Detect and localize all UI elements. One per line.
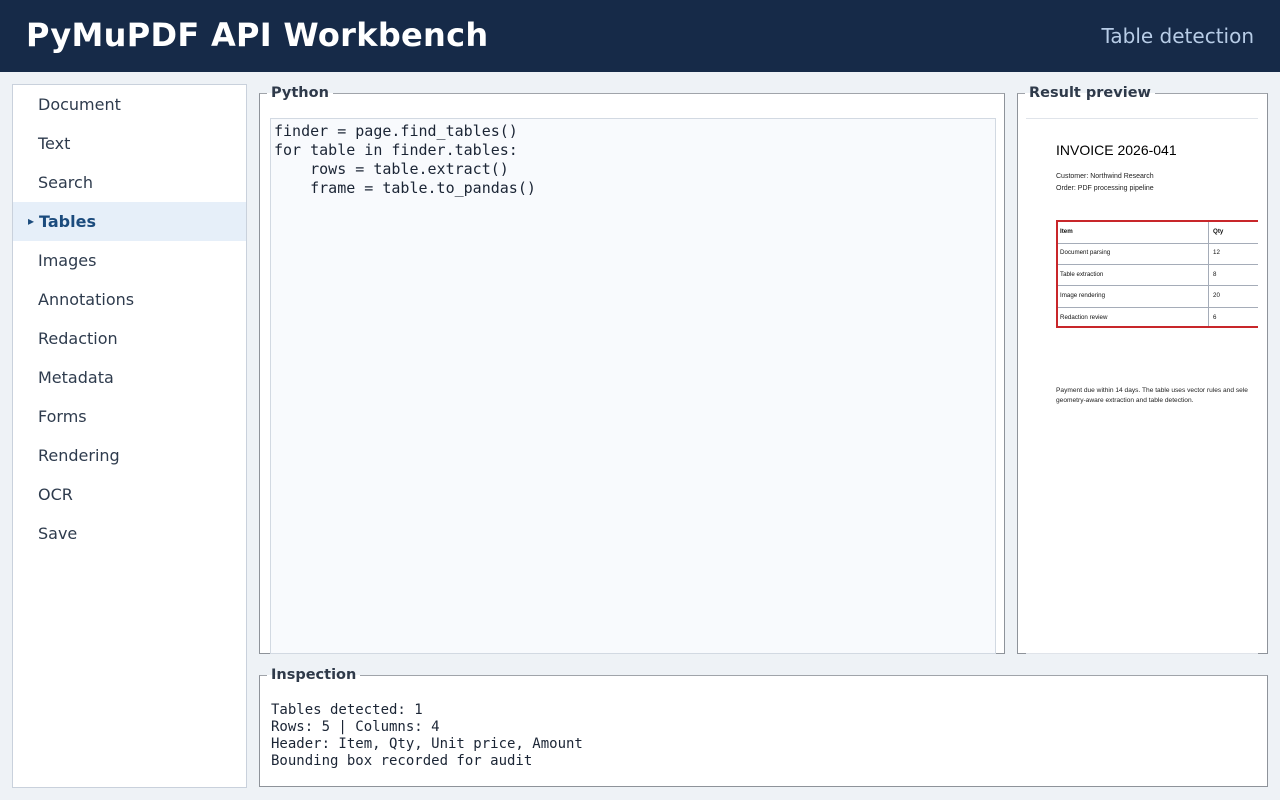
preview-customer-line: Customer: Northwind Research bbox=[1056, 173, 1154, 180]
sidebar-item-annotations[interactable]: Annotations bbox=[13, 280, 246, 319]
sidebar-item-search[interactable]: Search bbox=[13, 163, 246, 202]
sidebar-item-document[interactable]: Document bbox=[13, 85, 246, 124]
preview-doc-title: INVOICE 2026-041 bbox=[1056, 142, 1177, 158]
table-cell: Redaction review bbox=[1060, 313, 1108, 321]
active-marker-icon: ▸ bbox=[28, 214, 35, 228]
preview-footer-line: geometry-aware extraction and table dete… bbox=[1056, 397, 1194, 404]
table-cell: Image rendering bbox=[1060, 292, 1106, 299]
app-title: PyMuPDF API Workbench bbox=[26, 16, 489, 54]
table-cell: 12 bbox=[1213, 249, 1220, 256]
sidebar: Document Text Search ▸ Tables Images Anno… bbox=[12, 84, 247, 788]
inspection-panel-legend: Inspection bbox=[271, 667, 357, 683]
sidebar-item-label: Redaction bbox=[38, 329, 118, 348]
table-cell: 8 bbox=[1213, 270, 1217, 278]
table-header-row: Item Qty bbox=[1058, 222, 1258, 244]
inspection-line: Bounding box recorded for audit bbox=[271, 753, 533, 769]
sidebar-item-forms[interactable]: Forms bbox=[13, 397, 246, 436]
table-cell: 6 bbox=[1213, 313, 1217, 321]
preview-footer-line: Payment due within 14 days. The table us… bbox=[1056, 387, 1248, 394]
table-row: Document parsing 12 bbox=[1058, 243, 1258, 265]
app-header: PyMuPDF API Workbench Table detection bbox=[0, 0, 1280, 72]
sidebar-item-label: Save bbox=[38, 524, 78, 543]
table-row: Table extraction 8 bbox=[1058, 265, 1258, 286]
sidebar-item-label: Document bbox=[38, 95, 121, 114]
sidebar-item-metadata[interactable]: Metadata bbox=[13, 358, 246, 397]
header-subtitle: Table detection bbox=[1101, 24, 1254, 48]
sidebar-item-label: Images bbox=[38, 251, 97, 270]
python-panel: Python finder = page.find_tables() for t… bbox=[259, 84, 1005, 654]
sidebar-item-label: OCR bbox=[38, 485, 73, 504]
sidebar-item-label: Metadata bbox=[38, 368, 114, 387]
inspection-line: Tables detected: 1 bbox=[271, 702, 423, 718]
table-row: Redaction review 6 bbox=[1058, 308, 1258, 330]
preview-page[interactable]: INVOICE 2026-041 Customer: Northwind Res… bbox=[1026, 118, 1258, 654]
sidebar-item-images[interactable]: Images bbox=[13, 241, 246, 280]
sidebar-item-label: Rendering bbox=[38, 446, 120, 465]
sidebar-item-redaction[interactable]: Redaction bbox=[13, 319, 246, 358]
table-row: Image rendering 20 bbox=[1058, 286, 1258, 308]
result-preview-panel: Result preview INVOICE 2026-041 Customer… bbox=[1017, 84, 1268, 654]
inspection-line: Rows: 5 | Columns: 4 bbox=[271, 719, 440, 735]
table-cell: Item bbox=[1060, 228, 1073, 235]
inspection-panel: Inspection Tables detected: 1 Rows: 5 | … bbox=[259, 666, 1268, 787]
sidebar-item-text[interactable]: Text bbox=[13, 124, 246, 163]
sidebar-item-ocr[interactable]: OCR bbox=[13, 475, 246, 514]
sidebar-item-rendering[interactable]: Rendering bbox=[13, 436, 246, 475]
table-cell: Qty bbox=[1213, 228, 1224, 235]
table-cell: 20 bbox=[1213, 292, 1220, 299]
inspection-line: Header: Item, Qty, Unit price, Amount bbox=[271, 736, 583, 752]
preview-order-line: Order: PDF processing pipeline bbox=[1056, 185, 1154, 192]
inspection-output: Tables detected: 1 Rows: 5 | Columns: 4 … bbox=[271, 702, 583, 770]
sidebar-item-label: Annotations bbox=[38, 290, 135, 309]
result-preview-legend: Result preview bbox=[1029, 85, 1151, 101]
sidebar-item-label: Forms bbox=[38, 407, 87, 426]
table-cell: Table extraction bbox=[1060, 270, 1104, 278]
sidebar-item-save[interactable]: Save bbox=[13, 514, 246, 553]
sidebar-item-label: Text bbox=[38, 134, 71, 153]
preview-detected-table: Item Qty Document parsing 12 Table extra… bbox=[1056, 220, 1258, 328]
sidebar-item-label: Search bbox=[38, 173, 93, 192]
python-panel-legend: Python bbox=[271, 85, 329, 101]
sidebar-item-label: Tables bbox=[39, 212, 96, 231]
sidebar-item-tables[interactable]: ▸ Tables bbox=[13, 202, 246, 241]
table-cell: Document parsing bbox=[1060, 249, 1111, 256]
code-editor[interactable]: finder = page.find_tables() for table in… bbox=[270, 118, 996, 654]
